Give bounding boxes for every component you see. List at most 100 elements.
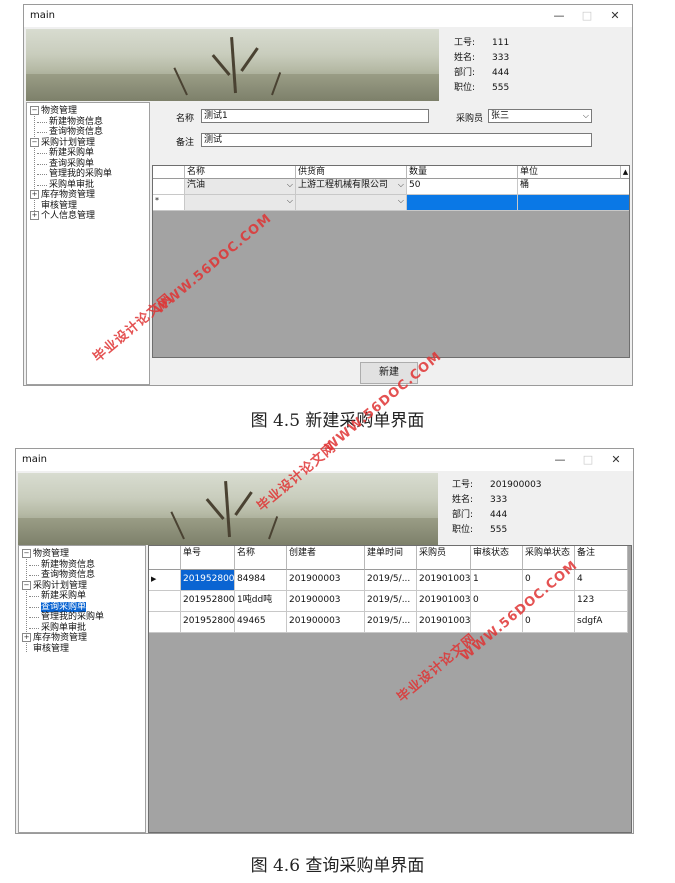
table-cell[interactable]: 2019/5/... [365,591,417,612]
table-cell[interactable]: 2019528002 [181,612,235,633]
collapse-icon[interactable]: − [22,549,31,558]
column-header[interactable]: 建单时间 [365,546,417,570]
tree-node[interactable]: − 采购计划管理 [22,580,87,591]
collapse-icon[interactable]: − [30,106,39,115]
info-label: 部门: [454,68,476,78]
tree-node[interactable]: 新建采购单 [49,148,94,158]
tree-node[interactable]: 审核管理 [22,644,69,654]
remark-input[interactable]: 测试 [201,133,592,147]
name-input[interactable]: 测试1 [201,109,429,123]
tree-connector [29,606,39,608]
table-cell[interactable]: 201900003 [287,570,365,591]
tree-connector [37,174,47,175]
expand-icon[interactable]: + [30,211,39,220]
cell-supplier: 上游工程机械有限公司 [298,180,389,190]
table-cell[interactable]: 84984 [235,570,287,591]
tree-node-label: 查询采购单 [49,158,95,169]
column-header[interactable]: 名称 [235,546,287,570]
minimize-icon[interactable]: — [548,7,570,25]
table-cell[interactable]: 2019/5/... [365,570,417,591]
expand-icon[interactable]: + [22,633,31,642]
row-header[interactable] [149,591,181,612]
row-header[interactable] [153,179,185,195]
tree-node[interactable]: − 采购计划管理 [30,137,95,148]
close-icon[interactable]: ✕ [605,451,627,469]
column-header[interactable]: 单号 [181,546,235,570]
column-header[interactable]: 创建者 [287,546,365,570]
scroll-up-icon[interactable]: ▲ [621,166,629,179]
maximize-icon[interactable]: □ [577,451,599,469]
tree-node[interactable]: + 个人信息管理 [30,211,95,221]
tree-node[interactable]: − 物资管理 [22,549,69,559]
main-window-query: main — □ ✕ 工号: 201900003 姓名: 333 部门: 444 职位… [15,448,634,834]
tree-node[interactable]: 新建采购单 [41,591,86,601]
tree-node[interactable]: 新建物资信息 [41,560,95,570]
new-row-header[interactable]: * [153,195,185,211]
row-header[interactable]: ▶ [149,570,181,591]
chevron-down-icon: ⌵ [286,180,293,189]
table-cell[interactable]: 123 [575,591,628,612]
orders-grid[interactable]: 单号 名称 创建者 建单时间 采购员 审核状态 采购单状态 备注 ▶ 2019528000 8498… [148,545,632,833]
tree-node[interactable]: + 库存物资管理 [30,190,95,200]
maximize-icon[interactable]: □ [576,7,598,25]
column-header[interactable]: 采购员 [417,546,471,570]
cell-qty[interactable]: 50 [407,179,518,195]
tree-node[interactable]: 查询物资信息 [41,570,95,580]
table-cell[interactable]: 2019/5/... [365,612,417,633]
tree-node[interactable]: − 物资管理 [30,106,77,116]
tree-node[interactable]: 管理我的采购单 [49,169,112,179]
info-value: 444 [492,68,510,78]
tree-node[interactable]: 审核管理 [30,201,77,211]
tree-connector [29,627,39,629]
column-header[interactable]: 审核状态 [471,546,523,570]
table-cell[interactable]: 0 [523,612,575,633]
tree-node[interactable]: 新建物资信息 [49,117,103,127]
chevron-down-icon: ⌵ [286,196,293,205]
minimize-icon[interactable]: — [549,451,571,469]
grid-combo-cell[interactable]: 上游工程机械有限公司 ⌵ [296,179,407,195]
tree-node[interactable]: 管理我的采购单 [41,612,104,622]
tree-node[interactable]: + 库存物资管理 [22,633,87,643]
table-cell[interactable]: 1吨dd吨 [235,591,287,612]
tree-node[interactable]: 采购单审批 [41,623,86,633]
tree-node[interactable]: 查询采购单 [49,159,94,169]
expand-icon[interactable]: + [30,190,39,199]
table-cell[interactable]: 4 [575,570,628,591]
column-header[interactable]: 备注 [575,546,628,570]
column-header[interactable]: 供货商 [296,166,407,179]
selected-cell[interactable] [518,195,629,211]
table-cell[interactable]: 2019528000 [181,570,235,591]
table-cell[interactable]: 2019528001 [181,591,235,612]
collapse-icon[interactable]: − [30,137,39,147]
close-icon[interactable]: ✕ [604,7,626,25]
table-cell[interactable]: 49465 [235,612,287,633]
table-cell[interactable]: sdgfA [575,612,628,633]
collapse-icon[interactable]: − [22,580,31,590]
table-cell[interactable]: 1 [471,570,523,591]
buyer-select[interactable]: 张三 ⌵ [488,109,592,123]
chevron-down-icon: ⌵ [397,180,404,189]
grid-combo-cell[interactable]: 汽油 ⌵ [185,179,296,195]
row-header[interactable] [149,612,181,633]
tree-node[interactable]: 采购单审批 [49,180,94,190]
nav-tree[interactable]: − 物资管理 新建物资信息 查询物资信息 − 采购计划管理 新建采购单 查询采购单 管理我的采购… [26,102,150,385]
info-value: 444 [490,510,508,520]
grid-combo-cell[interactable]: ⌵ [296,195,407,211]
window-title: main [22,454,47,465]
tree-node[interactable]: 查询采购单 [41,601,87,612]
table-cell[interactable]: 201900003 [287,591,365,612]
nav-tree[interactable]: − 物资管理 新建物资信息 查询物资信息 − 采购计划管理 新建采购单 查询采购单 管理我的采购… [18,545,146,833]
grid-combo-cell[interactable]: ⌵ [185,195,296,211]
table-cell[interactable]: 201901003 [417,570,471,591]
table-cell[interactable]: 201901003 [417,591,471,612]
column-header[interactable]: 数量 [407,166,518,179]
selected-cell[interactable] [407,195,518,211]
cell-unit[interactable]: 桶 [518,179,629,195]
tree-node-label: 新建采购单 [49,148,95,158]
tree-node-label: 查询物资信息 [41,570,96,580]
column-header[interactable]: 名称 [185,166,296,179]
column-header[interactable]: 单位 [518,166,621,179]
table-cell[interactable]: 201900003 [287,612,365,633]
title-bar[interactable]: main — □ ✕ [24,5,632,27]
tree-node[interactable]: 查询物资信息 [49,127,103,137]
